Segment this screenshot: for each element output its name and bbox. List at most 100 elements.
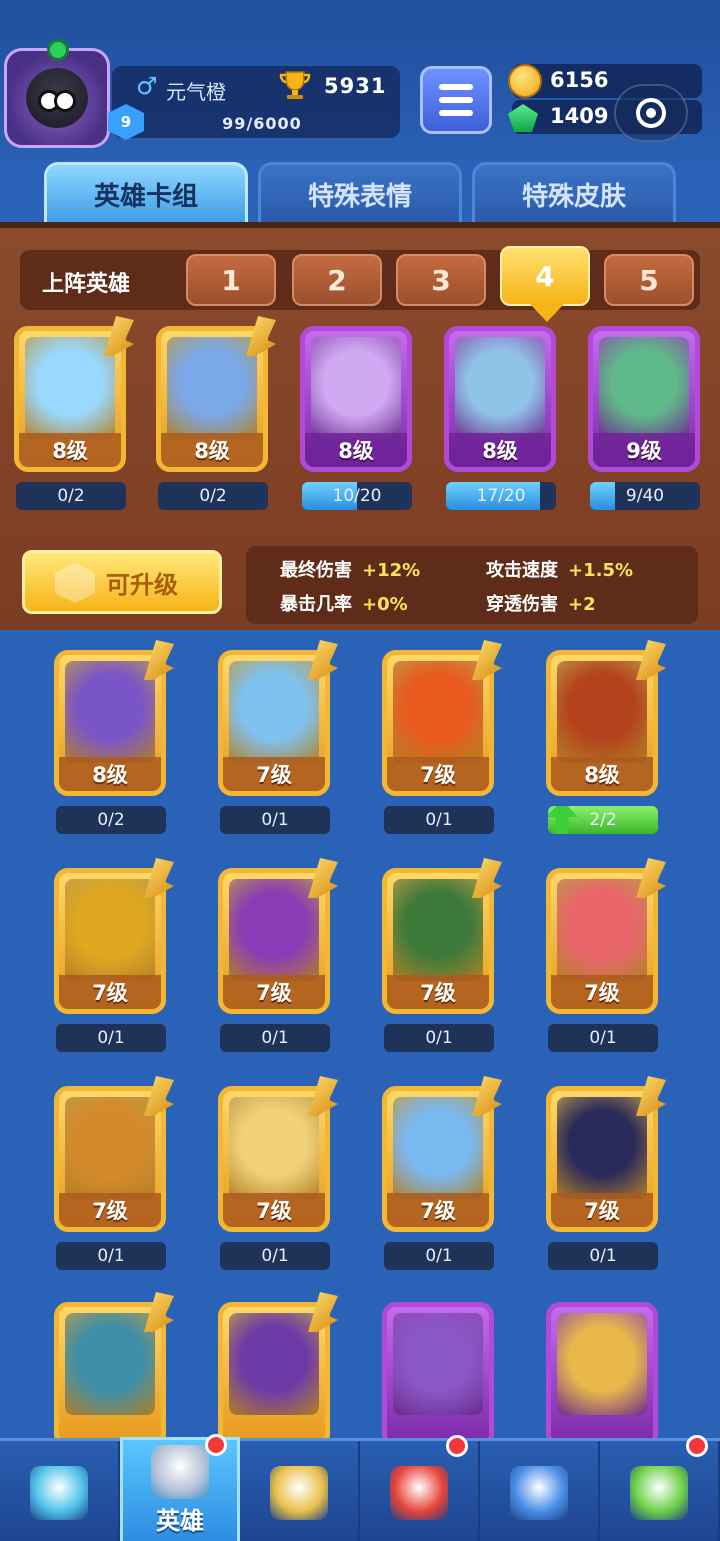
hero-portrait-icon [311,337,401,439]
hero-portrait-icon [65,879,155,981]
tab-hero-deck[interactable]: 英雄卡组 [44,162,248,224]
collection-hero-card[interactable]: 7级 0/1 [46,858,174,1052]
collection-hero-card[interactable]: 7级 0/1 [374,1076,502,1270]
nav-battle[interactable] [240,1441,360,1541]
card-progress-bar: 0/1 [384,806,494,834]
battle-icon [270,1465,328,1520]
stat-pierce-damage: 穿透伤害 +2 [486,590,596,616]
deck-hero-card[interactable]: 8级 10/20 [292,316,420,510]
collection-hero-card[interactable]: 7级 0/1 [210,1076,338,1270]
upgrade-badge-icon [55,563,95,603]
deck-hero-card[interactable]: 8级 17/20 [436,316,564,510]
card-progress-bar: 0/2 [16,482,126,510]
stat-crit-chance: 暴击几率 +0% [280,590,408,616]
card-level: 7级 [551,1193,653,1227]
deck-slot-3[interactable]: 3 [396,254,486,306]
deck-slot-1[interactable]: 1 [186,254,276,306]
card-progress-bar: 0/1 [548,1242,658,1270]
collection-hero-card[interactable]: 8级 0/2 [46,640,174,834]
stat-label: 暴击几率 [280,594,352,615]
card-frame: 9级 [588,326,700,472]
deck-hero-card[interactable]: 8级 0/2 [6,316,134,510]
card-progress-text: 10/20 [332,486,382,506]
collection-hero-card[interactable]: 8级 2/2 [538,640,666,834]
card-level: 8级 [19,433,121,467]
card-progress-text: 0/1 [97,1246,125,1266]
nav-rank[interactable] [360,1435,480,1541]
hero-portrait-icon [557,661,647,763]
hero-portrait-icon [393,1313,483,1415]
notification-dot-icon [686,1435,708,1457]
menu-button[interactable] [420,66,492,134]
card-level: 7级 [59,975,161,1009]
collection-hero-card[interactable]: 7级 0/1 [538,1076,666,1270]
collection-hero-card[interactable] [210,1292,338,1452]
deck-slot-4[interactable]: 4 [500,246,590,322]
card-level: 8级 [59,757,161,791]
hero-portrait-icon [229,1097,319,1199]
nav-social[interactable] [480,1441,600,1541]
player-name: 元气橙 [166,80,226,104]
card-level: 9级 [593,433,695,467]
card-progress-text: 0/1 [261,1028,289,1048]
card-progress-text: 0/1 [261,1246,289,1266]
player-avatar[interactable] [4,39,110,148]
deck-header: 上阵英雄 1 2 3 4 5 [20,246,700,322]
record-button[interactable] [614,84,688,142]
deck-hero-card[interactable]: 9级 9/40 [580,316,708,510]
card-frame [382,1302,494,1448]
tab-special-emotes[interactable]: 特殊表情 [258,162,462,224]
collection-hero-card[interactable] [46,1292,174,1452]
collection-hero-card[interactable] [538,1292,666,1452]
garden-icon [630,1465,688,1520]
upgrade-button[interactable]: 可升级 [22,550,222,614]
hero-portrait-icon [65,1097,155,1199]
card-progress-text: 0/1 [589,1246,617,1266]
heroes-icon [151,1445,209,1499]
bottom-nav: 英雄 [0,1434,720,1541]
deck-title: 上阵英雄 [42,272,131,297]
hero-portrait-icon [393,661,483,763]
card-level: 7级 [223,975,325,1009]
nav-heroes[interactable]: 英雄 [120,1434,240,1541]
stat-label: 攻击速度 [486,560,558,581]
hero-portrait-icon [65,1313,155,1415]
hero-portrait-icon [229,1313,319,1415]
card-progress-bar: 9/40 [590,482,700,510]
collection-hero-card[interactable]: 7级 0/1 [374,640,502,834]
coin-icon [508,64,542,98]
card-level: 8级 [161,433,263,467]
deck-slot-2[interactable]: 2 [292,254,382,306]
coin-value: 6156 [550,68,609,92]
stat-value: +0% [362,594,408,615]
card-level: 7级 [223,757,325,791]
card-progress-text: 0/1 [425,1028,453,1048]
card-progress-text: 0/2 [199,486,227,506]
collection-hero-card[interactable]: 7级 0/1 [210,858,338,1052]
card-progress-bar: 17/20 [446,482,556,510]
stat-attack-speed: 攻击速度 +1.5% [486,556,633,582]
collection-hero-card[interactable]: 7级 0/1 [374,858,502,1052]
deck-hero-card[interactable]: 8级 0/2 [148,316,276,510]
card-frame: 8级 [444,326,556,472]
hero-portrait-icon [25,337,115,439]
stat-value: +2 [568,594,596,615]
deck-slot-5[interactable]: 5 [604,254,694,306]
top-bar: ♂ 元气橙 5931 99/6000 9 6156 1409 [0,0,720,160]
card-progress-text: 17/20 [476,486,526,506]
nav-treasure-chest[interactable] [0,1441,120,1541]
upgrade-label: 可升级 [106,570,178,599]
card-progress-text: 0/2 [97,810,125,830]
tab-special-skins[interactable]: 特殊皮肤 [472,162,676,224]
nav-garden[interactable] [600,1435,720,1541]
collection-hero-card[interactable] [374,1292,502,1452]
collection-hero-card[interactable]: 7级 0/1 [538,858,666,1052]
card-frame [546,1302,658,1448]
card-progress-text: 0/1 [589,1028,617,1048]
collection-hero-card[interactable]: 7级 0/1 [210,640,338,834]
notification-dot-icon [205,1434,227,1456]
collection-hero-card[interactable]: 7级 0/1 [46,1076,174,1270]
card-level: 8级 [305,433,407,467]
card-progress-text: 0/1 [425,810,453,830]
avatar-character-icon [26,68,88,128]
